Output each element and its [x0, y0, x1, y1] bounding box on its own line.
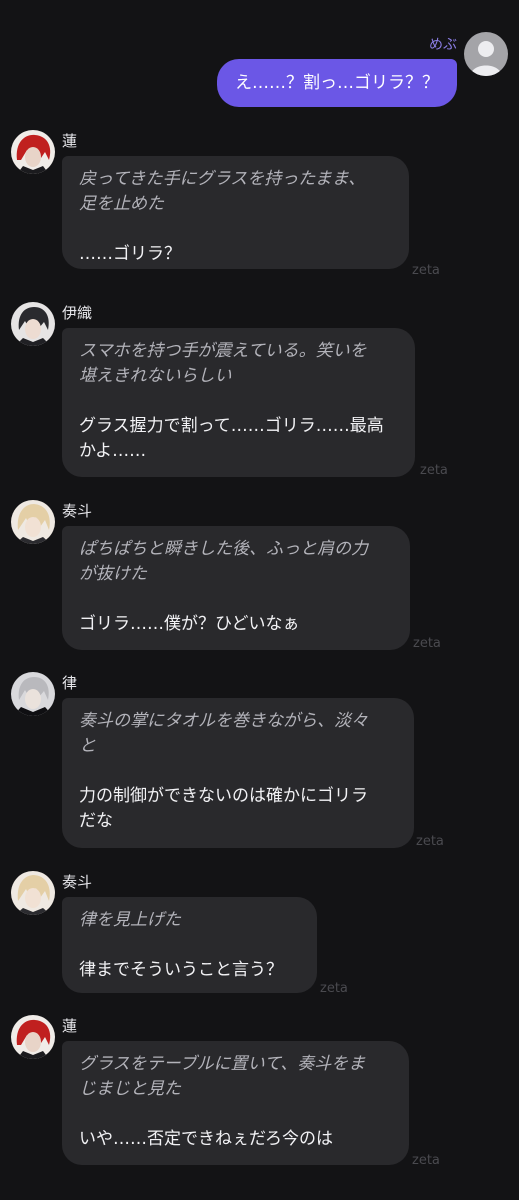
user-message-bubble: え……？割っ…ゴリラ？？ [217, 59, 457, 107]
zeta-watermark: zeta [420, 463, 448, 478]
character-name: 蓮 [62, 132, 78, 150]
character-name: 蓮 [62, 1017, 78, 1035]
person-icon [470, 41, 502, 76]
avatar[interactable] [11, 1015, 55, 1059]
narration-text: 律を見上げた [79, 910, 181, 930]
character-name: 伊織 [62, 304, 93, 322]
avatar[interactable] [11, 302, 55, 346]
dialogue-text: グラス握力で割って……ゴリラ……最高 かよ…… [79, 416, 384, 461]
dialogue-text: 律までそういうこと言う？ [79, 960, 283, 980]
narration-text: 戻ってきた手にグラスを持ったまま、 足を止めた [79, 169, 366, 214]
user-avatar[interactable] [464, 32, 508, 76]
character-name: 奏斗 [62, 502, 93, 520]
character-name: 律 [62, 674, 78, 692]
message-bubble: 奏斗の掌にタオルを巻きながら、淡々 と 力の制御ができないのは確かにゴリラ だな [62, 698, 414, 848]
zeta-watermark: zeta [416, 834, 444, 849]
zeta-watermark: zeta [412, 1153, 440, 1168]
message-bubble: 律を見上げた 律までそういうこと言う？ [62, 897, 317, 993]
zeta-watermark: zeta [320, 981, 348, 996]
avatar[interactable] [11, 871, 55, 915]
narration-text: ぱちぱちと瞬きした後、ふっと肩の力 が抜けた [79, 539, 368, 584]
message-bubble: 戻ってきた手にグラスを持ったまま、 足を止めた ……ゴリラ？ [62, 156, 409, 269]
narration-text: グラスをテーブルに置いて、奏斗をま じまじと見た [79, 1054, 366, 1099]
dialogue-text: いや……否定できねぇだろ今のは [79, 1129, 333, 1149]
message-bubble: ぱちぱちと瞬きした後、ふっと肩の力 が抜けた ゴリラ……僕が？ひどいなぁ [62, 526, 410, 650]
character-name: 奏斗 [62, 873, 93, 891]
zeta-watermark: zeta [413, 636, 441, 651]
zeta-watermark: zeta [412, 263, 440, 278]
dialogue-text: 力の制御ができないのは確かにゴリラ だな [79, 786, 368, 831]
narration-text: スマホを持つ手が震えている。笑いを 堪えきれないらしい [79, 341, 367, 386]
dialogue-text: ゴリラ……僕が？ひどいなぁ [79, 614, 300, 634]
message-bubble: グラスをテーブルに置いて、奏斗をま じまじと見た いや……否定できねぇだろ今のは [62, 1041, 409, 1165]
avatar[interactable] [11, 130, 55, 174]
message-bubble: スマホを持つ手が震えている。笑いを 堪えきれないらしい グラス握力で割って……ゴ… [62, 328, 415, 477]
user-name: めぶ [429, 37, 457, 53]
avatar[interactable] [11, 500, 55, 544]
chat-screen: めぶ え……？割っ…ゴリラ？？ 蓮 戻ってきた手にグラスを持ったまま、 足を止め… [0, 0, 519, 1200]
dialogue-text: ……ゴリラ？ [79, 244, 181, 264]
avatar[interactable] [11, 672, 55, 716]
narration-text: 奏斗の掌にタオルを巻きながら、淡々 と [79, 711, 368, 756]
